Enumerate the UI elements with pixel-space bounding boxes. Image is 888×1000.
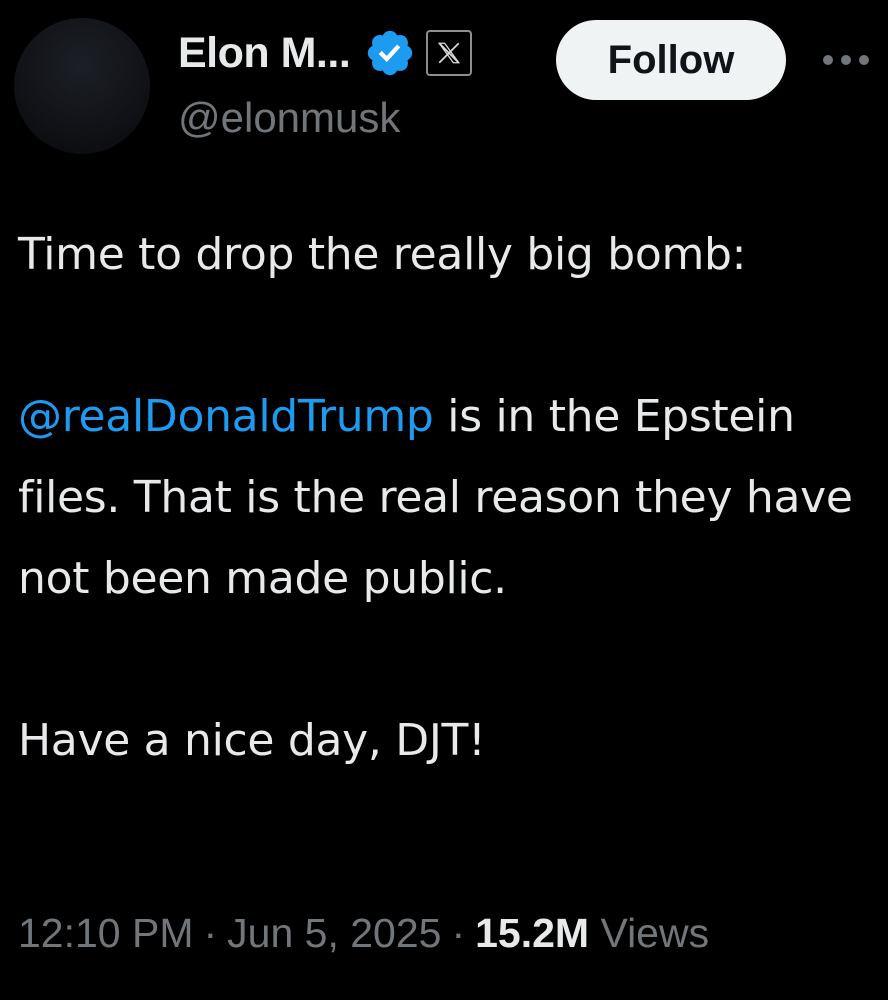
- author-name-row: Elon M...: [178, 27, 473, 79]
- x-logo-icon[interactable]: [426, 30, 473, 76]
- tweet-date[interactable]: Jun 5, 2025: [227, 910, 441, 956]
- meta-separator: ·: [451, 910, 466, 956]
- meta-separator: ·: [203, 910, 218, 956]
- views-label: Views: [600, 910, 710, 956]
- tweet-metadata: 12:10 PM · Jun 5, 2025 · 15.2M Views: [18, 910, 709, 957]
- tweet-time[interactable]: 12:10 PM: [18, 910, 194, 956]
- tweet-line-closing: Have a nice day, DJT!: [18, 715, 486, 766]
- author-display-name[interactable]: Elon M...: [178, 29, 351, 78]
- tweet-line-intro: Time to drop the really big bomb:: [18, 229, 747, 280]
- more-horizontal-icon[interactable]: [818, 42, 874, 78]
- follow-button[interactable]: Follow: [556, 20, 786, 100]
- views-count[interactable]: 15.2M: [475, 910, 589, 956]
- mention-link[interactable]: @realDonaldTrump: [18, 391, 434, 442]
- tweet-paragraph-main: @realDonaldTrump is in the Epstein files…: [18, 376, 878, 619]
- verified-badge-icon[interactable]: [364, 27, 416, 79]
- avatar[interactable]: [14, 18, 150, 154]
- tweet-text: Time to drop the really big bomb: @realD…: [18, 214, 878, 781]
- author-handle[interactable]: @elonmusk: [178, 94, 400, 142]
